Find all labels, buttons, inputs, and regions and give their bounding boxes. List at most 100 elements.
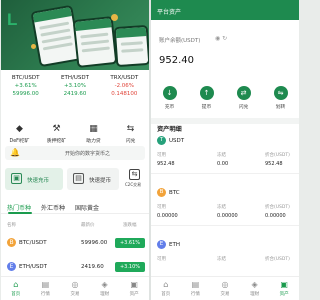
- ticker-price: 2419.60: [63, 91, 87, 97]
- quick-deposit-button[interactable]: ▣ 快速充币: [5, 168, 63, 190]
- asset-row[interactable]: E ETH 可用 冻结 折合(USDT): [151, 238, 299, 278]
- withdraw-button[interactable]: ↑ 提币: [188, 80, 225, 110]
- wallet-icon: ▣: [280, 280, 288, 289]
- market-name: BTC/USDT: [19, 240, 47, 246]
- transfer-icon: ⇋: [273, 86, 288, 100]
- bottom-nav: ⌂ 首页 ▤ 行情 ◎ 交易 ◈ 理财 ▣ 资产: [151, 276, 299, 300]
- nav-label: 行情: [40, 292, 50, 297]
- nav-market[interactable]: ▤ 行情: [31, 277, 61, 300]
- trade-icon: ◎: [71, 280, 79, 289]
- nav-home[interactable]: ⌂ 首页: [1, 277, 31, 300]
- pickaxe-icon: ⚒: [52, 124, 61, 134]
- eye-icon[interactable]: ◉ ↻: [215, 35, 227, 42]
- ticker-change: +3.10%: [63, 83, 87, 89]
- frozen-label: 冻结: [217, 205, 226, 210]
- ticker-item[interactable]: TRX/USDT -2.06% 0.148100: [100, 72, 149, 104]
- nav-label: 行情: [190, 292, 200, 297]
- ticker-strip: BTC/USDT +3.61% 59996.00 ETH/USDT +3.10%…: [1, 72, 149, 104]
- trade-icon: ◎: [221, 280, 229, 289]
- ticker-item[interactable]: ETH/USDT +3.10% 2419.60: [50, 72, 99, 104]
- asset-actions: ↓ 充币 ↑ 提币 ⇄ 闪兑 ⇋ 划转: [151, 80, 299, 110]
- ethereum-icon: E: [7, 262, 16, 271]
- screenshot-stage: L BTC/USDT +3.61% 59996.00 ETH/USDT +3.1…: [0, 0, 300, 300]
- market-row[interactable]: B BTC/USDT 59996.00 +3.61%: [1, 236, 149, 250]
- swap-icon: ⇄: [236, 86, 251, 100]
- home-icon: ⌂: [163, 280, 169, 289]
- section-title: 资产明细: [157, 126, 182, 133]
- tab-forex[interactable]: 外汇币种: [41, 203, 65, 212]
- balance-label: 账户余额(USDT): [159, 38, 201, 44]
- frozen-label: 冻结: [217, 257, 226, 262]
- withdraw-icon: ↑: [199, 86, 214, 100]
- nav-assets[interactable]: ▣ 资产: [119, 277, 149, 300]
- ticker-change: +3.61%: [14, 83, 37, 89]
- converted-value: 0.00000: [265, 213, 286, 219]
- action-label: 划转: [275, 105, 286, 110]
- nav-finance[interactable]: ◈ 理财: [90, 277, 120, 300]
- action-label: 充币: [164, 105, 175, 110]
- available-label: 可用: [157, 257, 166, 262]
- ticker-change: -2.06%: [114, 83, 135, 89]
- flash-swap-button[interactable]: ⇆ 闪兑: [112, 116, 149, 145]
- phone-mockup: [113, 24, 149, 68]
- transfer-button[interactable]: ⇋ 划转: [262, 80, 299, 110]
- coin-decoration-icon: [111, 14, 118, 21]
- market-price: 59996.00: [81, 240, 108, 246]
- nav-trade[interactable]: ◎ 交易: [60, 277, 90, 300]
- ticker-pair: TRX/USDT: [110, 75, 139, 81]
- home-screen: L BTC/USDT +3.61% 59996.00 ETH/USDT +3.1…: [1, 0, 149, 300]
- quick-entry-row: ◆ DeFi挖矿 ⚒ 质押挖矿 ▦ 助力贷 ⇆ 闪兑: [1, 116, 149, 145]
- tab-hot[interactable]: 热门币种: [7, 203, 31, 212]
- c2c-icon: ⇆: [129, 169, 140, 180]
- nav-market[interactable]: ▤ 行情: [181, 277, 211, 300]
- nav-home[interactable]: ⌂ 首页: [151, 277, 181, 300]
- market-price: 2419.60: [81, 264, 104, 270]
- finance-icon: ◈: [101, 280, 108, 289]
- loan-icon: ▦: [89, 124, 98, 134]
- market-change-badge: +3.10%: [115, 262, 145, 272]
- deposit-button[interactable]: ↓ 充币: [151, 80, 188, 110]
- loan-button[interactable]: ▦ 助力贷: [75, 116, 112, 145]
- quick-withdraw-button[interactable]: ▤ 快速提币: [67, 168, 119, 190]
- announcement-bar[interactable]: 🔔 开始你的数字货币之: [5, 146, 145, 160]
- ticker-item[interactable]: BTC/USDT +3.61% 59996.00: [1, 72, 50, 104]
- flash-swap-button[interactable]: ⇄ 闪兑: [225, 80, 262, 110]
- nav-label: 交易: [220, 292, 230, 297]
- converted-value: 952.48: [265, 161, 283, 167]
- tab-gold[interactable]: 国际黄金: [75, 203, 99, 212]
- nav-assets[interactable]: ▣ 资产: [269, 277, 299, 300]
- defi-mining-button[interactable]: ◆ DeFi挖矿: [1, 116, 38, 145]
- asset-row[interactable]: B BTC 可用 冻结 折合(USDT) 0.00000 0.00000 0.0…: [151, 186, 299, 226]
- ticker-pair: ETH/USDT: [61, 75, 89, 81]
- c2c-button[interactable]: ⇆ C2C交易: [123, 168, 147, 190]
- deposit-icon: ↓: [162, 86, 177, 100]
- frozen-label: 冻结: [217, 153, 226, 158]
- announcement-text: 开始你的数字货币之: [65, 151, 111, 157]
- available-label: 可用: [157, 205, 166, 210]
- nav-label: 资产: [279, 292, 289, 297]
- asset-row[interactable]: T USDT 可用 冻结 折合(USDT) 952.48 0.00 952.48: [151, 134, 299, 174]
- nav-finance[interactable]: ◈ 理财: [240, 277, 270, 300]
- market-change-badge: +3.61%: [115, 238, 145, 248]
- tether-icon: T: [157, 136, 166, 145]
- bitcoin-icon: B: [157, 188, 166, 197]
- bitcoin-icon: B: [7, 238, 16, 247]
- phone-mockup: [72, 16, 118, 68]
- nav-trade[interactable]: ◎ 交易: [210, 277, 240, 300]
- frozen-value: 0.00000: [217, 213, 238, 219]
- promo-banner[interactable]: L: [1, 0, 149, 70]
- quick-label: 闪兑: [125, 139, 136, 144]
- ticker-price: 59996.00: [12, 91, 39, 97]
- available-value: 0.00000: [157, 213, 178, 219]
- header-price: 最新价: [81, 223, 95, 228]
- staking-mining-button[interactable]: ⚒ 质押挖矿: [38, 116, 75, 145]
- asset-name: BTC: [169, 190, 180, 196]
- market-row[interactable]: E ETH/USDT 2419.60 +3.10%: [1, 260, 149, 274]
- title-bar: 平台资产: [151, 0, 299, 20]
- bell-icon: 🔔: [10, 148, 20, 157]
- action-label: 提币: [201, 105, 212, 110]
- asset-name: USDT: [169, 138, 185, 144]
- chart-icon: ▤: [191, 280, 200, 289]
- nav-label: 首页: [11, 292, 21, 297]
- quick-label: 质押挖矿: [46, 139, 67, 144]
